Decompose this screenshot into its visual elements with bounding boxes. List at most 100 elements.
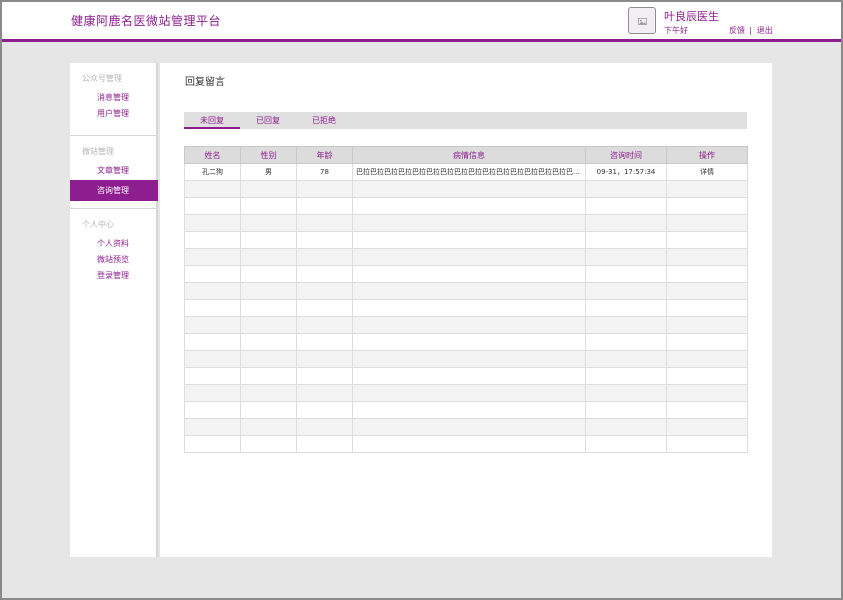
sidebar: 公众号管理 消息管理 用户管理 微站管理 文章管理 咨询管理 个人中心 个人资料… [70, 63, 158, 557]
empty-cell [585, 350, 667, 368]
empty-cell [184, 231, 241, 249]
empty-cell [296, 350, 353, 368]
header-links: 反馈 | 退出 [729, 25, 773, 36]
empty-cell [666, 316, 748, 334]
empty-cell [352, 248, 586, 266]
sidebar-item-user-management[interactable]: 用户管理 [70, 106, 158, 122]
empty-cell [585, 316, 667, 334]
empty-cell [666, 214, 748, 232]
empty-cell [296, 180, 353, 198]
empty-table-row [184, 197, 748, 215]
empty-cell [585, 367, 667, 385]
empty-cell [296, 231, 353, 249]
empty-cell [184, 333, 241, 351]
details-link[interactable]: 详情 [666, 163, 748, 181]
empty-table-row [184, 316, 748, 334]
empty-cell [666, 231, 748, 249]
sidebar-group-title-personal-center: 个人中心 [82, 220, 114, 229]
empty-cell [240, 367, 297, 385]
empty-cell [585, 265, 667, 283]
empty-cell [666, 197, 748, 215]
empty-cell [296, 435, 353, 453]
empty-cell [184, 265, 241, 283]
empty-cell [296, 265, 353, 283]
column-header-name: 姓名 [184, 146, 241, 164]
empty-cell [296, 367, 353, 385]
empty-cell [666, 435, 748, 453]
empty-cell [240, 384, 297, 402]
empty-cell [585, 435, 667, 453]
empty-cell [352, 180, 586, 198]
empty-cell [240, 333, 297, 351]
empty-cell [184, 197, 241, 215]
column-header-condition: 病情信息 [352, 146, 586, 164]
sidebar-item-article-management[interactable]: 文章管理 [70, 163, 158, 179]
empty-table-row [184, 333, 748, 351]
empty-cell [240, 197, 297, 215]
app-title: 健康阿鹿名医微站管理平台 [71, 14, 222, 28]
empty-cell [585, 282, 667, 300]
sidebar-item-microsite-preview[interactable]: 微站预览 [70, 252, 158, 268]
empty-cell [666, 367, 748, 385]
column-header-consult-time: 咨询时间 [585, 146, 667, 164]
empty-cell [352, 435, 586, 453]
sidebar-item-message-management[interactable]: 消息管理 [70, 90, 158, 106]
empty-cell [184, 282, 241, 300]
empty-cell [585, 214, 667, 232]
empty-cell [585, 401, 667, 419]
empty-cell [352, 316, 586, 334]
table-body: 孔二狗 男 78 巴拉巴拉巴拉巴拉巴拉巴拉巴拉巴拉巴拉巴拉巴拉巴拉巴拉巴拉巴拉巴… [184, 163, 748, 453]
table-row[interactable]: 孔二狗 男 78 巴拉巴拉巴拉巴拉巴拉巴拉巴拉巴拉巴拉巴拉巴拉巴拉巴拉巴拉巴拉巴… [184, 163, 748, 181]
empty-cell [296, 333, 353, 351]
logout-link[interactable]: 退出 [757, 25, 773, 36]
empty-table-row [184, 214, 748, 232]
tab-rejected[interactable]: 已拒绝 [296, 112, 352, 129]
sidebar-item-consultation-management[interactable]: 咨询管理 [70, 180, 158, 201]
empty-cell [184, 299, 241, 317]
empty-cell [240, 401, 297, 419]
empty-cell [240, 418, 297, 436]
empty-cell [240, 282, 297, 300]
empty-cell [585, 180, 667, 198]
sidebar-divider [70, 208, 158, 209]
sidebar-item-profile[interactable]: 个人资料 [70, 236, 158, 252]
empty-cell [352, 350, 586, 368]
empty-cell [184, 367, 241, 385]
tab-unreplied[interactable]: 未回复 [184, 112, 240, 129]
column-header-age: 年龄 [296, 146, 353, 164]
doctor-name: 叶良辰医生 [664, 10, 719, 23]
greeting-text: 下午好 [664, 26, 688, 35]
image-placeholder-icon [637, 11, 647, 30]
feedback-link[interactable]: 反馈 [729, 25, 745, 36]
empty-table-row [184, 282, 748, 300]
empty-cell [352, 214, 586, 232]
page-title: 回复留言 [185, 77, 225, 88]
empty-cell [585, 231, 667, 249]
empty-cell [585, 418, 667, 436]
empty-cell [352, 197, 586, 215]
empty-table-row [184, 401, 748, 419]
tab-replied[interactable]: 已回复 [240, 112, 296, 129]
empty-cell [240, 214, 297, 232]
empty-cell [240, 299, 297, 317]
empty-cell [184, 418, 241, 436]
empty-cell [666, 350, 748, 368]
cell-name: 孔二狗 [184, 163, 241, 181]
sidebar-divider [70, 135, 158, 136]
empty-cell [666, 401, 748, 419]
empty-cell [352, 282, 586, 300]
empty-cell [296, 316, 353, 334]
empty-table-row [184, 299, 748, 317]
empty-cell [296, 248, 353, 266]
empty-cell [352, 401, 586, 419]
column-header-gender: 性别 [240, 146, 297, 164]
empty-cell [666, 248, 748, 266]
empty-cell [240, 350, 297, 368]
empty-cell [184, 214, 241, 232]
empty-cell [352, 265, 586, 283]
avatar[interactable] [628, 7, 656, 34]
sidebar-item-login-management[interactable]: 登录管理 [70, 268, 158, 284]
empty-cell [666, 384, 748, 402]
empty-table-row [184, 350, 748, 368]
empty-table-row [184, 231, 748, 249]
